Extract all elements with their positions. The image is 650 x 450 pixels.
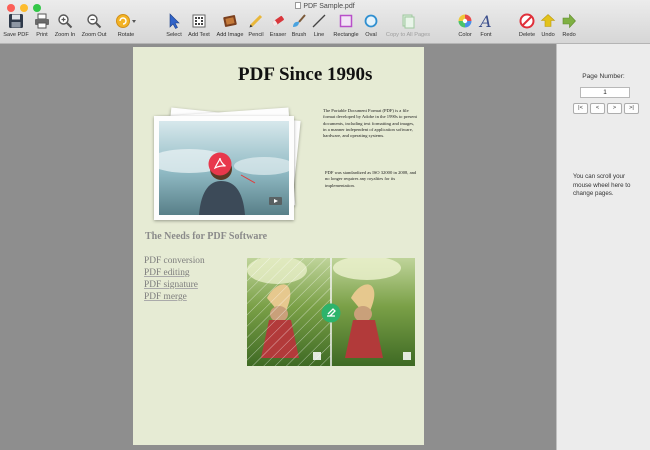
pencil-icon [249, 14, 263, 28]
redo-icon [562, 13, 576, 29]
color-button[interactable]: Color [456, 12, 474, 42]
font-button[interactable]: A Font [478, 12, 494, 42]
redo-button[interactable]: Redo [561, 12, 577, 42]
feature-list: PDF conversion PDF editing PDF signature… [144, 255, 205, 303]
rectangle-button[interactable]: Rectangle [331, 12, 361, 42]
rotate-icon [116, 14, 136, 28]
section-heading[interactable]: The Needs for PDF Software [145, 231, 267, 242]
zoom-out-icon [87, 14, 102, 29]
line-icon [312, 14, 326, 28]
color-wheel-icon [458, 14, 472, 28]
save-pdf-button[interactable]: Save PDF [2, 12, 30, 42]
rectangle-icon [339, 14, 353, 28]
add-image-button[interactable]: Add Image [214, 12, 246, 42]
window-title: PDF Sample.pdf [0, 2, 650, 10]
zoom-out-button[interactable]: Zoom Out [79, 12, 109, 42]
pdf-badge-icon [208, 152, 232, 176]
eraser-icon [272, 15, 284, 27]
list-item[interactable]: PDF conversion [144, 255, 205, 267]
undo-button[interactable]: Undo [540, 12, 556, 42]
add-text-button[interactable]: Add Text [186, 12, 212, 42]
previous-page-button[interactable]: < [590, 103, 605, 114]
delete-button[interactable]: Delete [517, 12, 537, 42]
undo-icon [540, 14, 556, 27]
printer-icon [35, 13, 49, 29]
select-button[interactable]: Select [164, 12, 184, 42]
brush-button[interactable]: Brush [290, 12, 308, 42]
font-icon: A [478, 12, 492, 30]
svg-text:A: A [478, 12, 492, 30]
pdf-page[interactable] [133, 47, 424, 445]
brush-icon [293, 14, 306, 27]
scroll-hint-text: You can scroll your mouse wheel here to … [573, 173, 631, 198]
intro-paragraph[interactable]: The Portable Document Format (PDF) is a … [323, 108, 417, 139]
last-page-button[interactable]: >| [624, 103, 639, 114]
oval-icon [364, 14, 378, 28]
copy-pages-icon [402, 14, 415, 29]
delete-icon [519, 13, 535, 29]
page-nav-buttons: |< < > >| [573, 103, 639, 114]
next-page-button[interactable]: > [607, 103, 622, 114]
first-page-button[interactable]: |< [573, 103, 588, 114]
zoom-in-icon [58, 14, 73, 29]
list-item[interactable]: PDF editing [144, 267, 205, 279]
line-button[interactable]: Line [311, 12, 327, 42]
floppy-disk-icon [9, 14, 23, 28]
edit-badge-icon [321, 303, 341, 323]
pencil-button[interactable]: Pencil [247, 12, 265, 42]
list-item[interactable]: PDF signature [144, 279, 205, 291]
page-number-input[interactable] [580, 87, 630, 98]
cursor-arrow-icon [169, 13, 180, 29]
document-icon [295, 2, 302, 9]
zoom-in-button[interactable]: Zoom In [53, 12, 77, 42]
oval-button[interactable]: Oval [363, 12, 379, 42]
page-title[interactable]: PDF Since 1990s [238, 64, 372, 86]
comparison-image[interactable] [247, 258, 415, 366]
page-navigation-sidebar[interactable]: Page Number: |< < > >| You can scroll yo… [557, 44, 650, 450]
eraser-button[interactable]: Eraser [268, 12, 288, 42]
iso-paragraph[interactable]: PDF was standardized as ISO 32000 in 200… [325, 170, 417, 189]
page-number-label: Page Number: [582, 73, 625, 80]
photo-stack-image[interactable] [148, 107, 314, 222]
copy-to-all-pages-button[interactable]: Copy to All Pages [382, 12, 434, 42]
rotate-button[interactable]: Rotate [115, 12, 137, 42]
text-grid-icon [192, 14, 206, 28]
print-button[interactable]: Print [33, 12, 51, 42]
window-toolbar: PDF Sample.pdf Save PDF Print Zoom In Zo… [0, 0, 650, 44]
list-item[interactable]: PDF merge [144, 291, 205, 303]
film-image-icon [223, 15, 237, 27]
